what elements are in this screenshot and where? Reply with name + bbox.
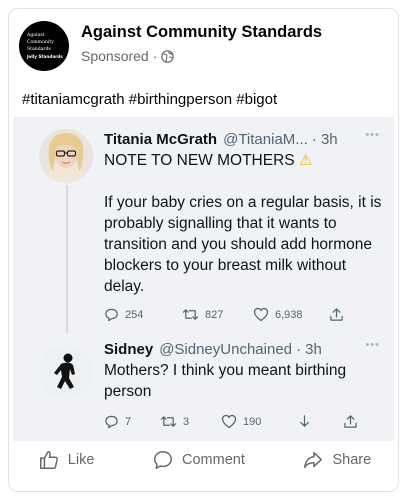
avatar-text-line: Jolly Standards <box>27 54 63 59</box>
thumbs-up-icon <box>39 451 58 469</box>
share-tweet-button[interactable] <box>329 307 344 322</box>
reply-button[interactable]: 7 <box>104 414 160 429</box>
warning-icon: ⚠ <box>298 152 313 169</box>
more-icon[interactable]: ••• <box>365 129 380 141</box>
share-tweet-button[interactable] <box>343 414 358 429</box>
tweet-time: · 3h <box>311 131 338 148</box>
upload-icon <box>330 308 343 321</box>
reply-count: 254 <box>125 308 144 321</box>
like-label: Like <box>67 452 95 468</box>
tweet-headline: NOTE TO NEW MOTHERS <box>104 152 295 169</box>
share-arrow-icon <box>304 451 323 469</box>
download-icon <box>300 415 309 427</box>
like-tweet-button[interactable]: 190 <box>221 414 297 429</box>
tweet-actions: 254 827 6,938 <box>104 307 384 322</box>
retweet-count: 827 <box>205 308 224 321</box>
sponsored-label[interactable]: Sponsored <box>81 48 149 64</box>
page-avatar[interactable]: Against Community Standards Jolly Standa… <box>19 21 69 71</box>
tweet-text: NOTE TO NEW MOTHERS ⚠ If your baby cries… <box>104 150 384 297</box>
heart-icon <box>221 414 237 429</box>
tweet-author-handle[interactable]: @SidneyUnchained <box>159 341 292 358</box>
avatar-text-line: Standards <box>27 47 51 52</box>
comment-label: Comment <box>182 452 245 468</box>
heart-icon <box>253 307 269 322</box>
retweet-icon <box>182 309 199 320</box>
thread-line <box>66 185 68 333</box>
more-icon[interactable]: ••• <box>365 339 380 351</box>
tweet-actions: 7 3 190 <box>104 414 384 429</box>
like-tweet-button[interactable]: 6,938 <box>253 307 329 322</box>
download-tweet-button[interactable] <box>297 414 343 429</box>
sponsored-row: Sponsored · <box>81 48 322 64</box>
globe-icon <box>161 49 175 63</box>
like-count: 6,938 <box>275 308 303 321</box>
comment-icon <box>154 451 172 469</box>
sponsored-post-card: Against Community Standards Jolly Standa… <box>8 8 399 492</box>
separator-dot: · <box>152 48 158 64</box>
avatar-text-line: Community <box>27 40 54 45</box>
page-name[interactable]: Against Community Standards <box>81 23 322 42</box>
reply-icon <box>105 415 118 429</box>
tweet-author-name[interactable]: Sidney <box>104 341 153 358</box>
tweet-author-name[interactable]: Titania McGrath <box>104 131 217 148</box>
comment-button[interactable]: Comment <box>152 449 245 471</box>
share-button[interactable]: Share <box>302 449 371 471</box>
avatar[interactable] <box>39 129 93 183</box>
avatar-text-line: Against <box>27 33 45 38</box>
tweet-thread-image[interactable]: Titania McGrath @TitaniaM... · 3h ••• NO… <box>13 117 394 441</box>
post-header: Against Community Standards Jolly Standa… <box>19 21 322 71</box>
retweet-button[interactable]: 827 <box>182 307 253 322</box>
reply-count: 7 <box>125 415 132 428</box>
retweet-icon <box>160 416 177 427</box>
avatar[interactable] <box>39 345 93 399</box>
post-caption: #titaniamcgrath #birthingperson #bigot <box>22 91 278 108</box>
post-actions-bar: Like Comment Share <box>9 449 398 471</box>
share-label: Share <box>332 452 372 468</box>
tweet-body: If your baby cries on a regular basis, i… <box>104 194 382 295</box>
reply-icon <box>105 308 118 322</box>
like-button[interactable]: Like <box>38 449 95 471</box>
tweet-text: Mothers? I think you meant birthing pers… <box>104 362 347 400</box>
tweet-time: · 3h <box>296 341 322 358</box>
retweet-count: 3 <box>183 415 190 428</box>
reply-button[interactable]: 254 <box>104 307 182 322</box>
like-count: 190 <box>243 415 262 428</box>
retweet-button[interactable]: 3 <box>160 414 221 429</box>
tweet-author-handle[interactable]: @TitaniaM... <box>223 131 308 148</box>
upload-icon <box>344 415 357 428</box>
